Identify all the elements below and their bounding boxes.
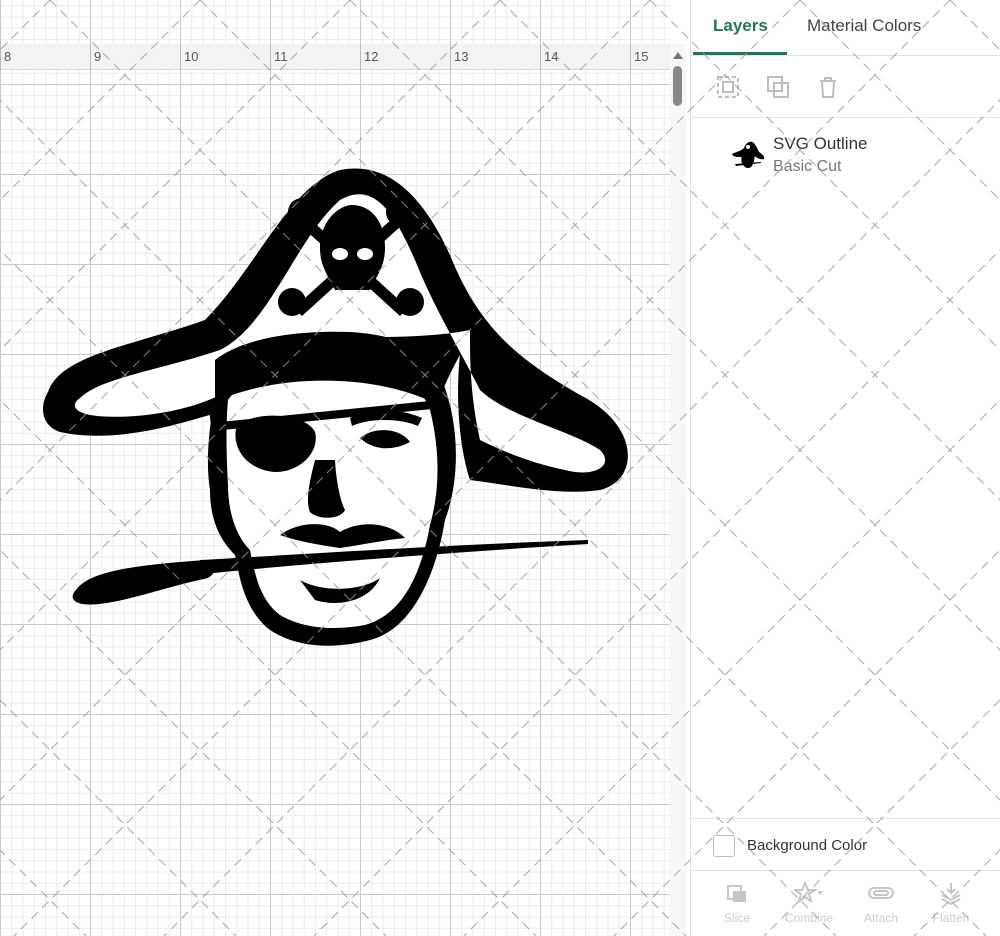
design-space: 8 9 10 11 12 13 14 15 Layers Material Co… [0, 0, 1000, 936]
bottom-actions-bar: Slice Combine Attach Flatten [691, 870, 1000, 936]
pirate-artwork[interactable] [40, 160, 640, 660]
combine-icon [794, 881, 823, 904]
slice-button[interactable]: Slice [705, 879, 769, 935]
ruler-label-9: 9 [94, 49, 102, 64]
ruler-tick [450, 44, 451, 70]
slice-icon [727, 885, 746, 902]
tab-material-colors[interactable]: Material Colors [807, 16, 921, 36]
ruler-label-10: 10 [184, 49, 199, 64]
trash-icon[interactable] [815, 74, 841, 100]
ruler-label-12: 12 [364, 49, 379, 64]
design-canvas[interactable]: 8 9 10 11 12 13 14 15 [0, 0, 670, 936]
scroll-thumb[interactable] [673, 66, 682, 106]
layers-panel: Layers Material Colors SVG Outline Basic… [690, 0, 1000, 936]
ruler-label-15: 15 [634, 49, 649, 64]
horizontal-ruler: 8 9 10 11 12 13 14 15 [0, 44, 670, 70]
ruler-tick [180, 44, 181, 70]
layer-item[interactable]: SVG Outline Basic Cut [691, 120, 1000, 182]
slice-label: Slice [723, 911, 750, 925]
tab-layers[interactable]: Layers [713, 16, 768, 36]
flatten-icon [941, 883, 961, 905]
sword-handle [72, 560, 215, 605]
ruler-tick [90, 44, 91, 70]
ruler-tick [0, 44, 1, 70]
active-tab-indicator [693, 52, 787, 55]
duplicate-icon[interactable] [765, 74, 791, 100]
flatten-button[interactable]: Flatten [919, 879, 983, 935]
panel-tabs: Layers Material Colors [691, 0, 1000, 56]
scroll-up-icon[interactable] [673, 52, 683, 59]
ruler-tick [360, 44, 361, 70]
pirate-thumbnail-icon [732, 141, 765, 169]
ruler-label-14: 14 [544, 49, 559, 64]
layers-toolbar [691, 56, 1000, 118]
ruler-label-11: 11 [274, 49, 288, 64]
ruler-tick [540, 44, 541, 70]
attach-button[interactable]: Attach [849, 879, 913, 935]
vertical-scrollbar[interactable] [670, 44, 686, 936]
combine-button[interactable]: Combine [777, 879, 841, 935]
ruler-tick [630, 44, 631, 70]
layer-operation: Basic Cut [773, 158, 842, 175]
background-color-label: Background Color [747, 837, 868, 854]
attach-label: Attach [863, 911, 899, 925]
ruler-tick [270, 44, 271, 70]
combine-label: Combine [784, 911, 834, 925]
ruler-label-13: 13 [454, 49, 469, 64]
attach-icon [868, 887, 894, 899]
group-icon[interactable] [715, 74, 741, 100]
layer-name: SVG Outline [773, 134, 868, 153]
ruler-label-8: 8 [4, 49, 12, 64]
background-color-checkbox[interactable] [713, 835, 735, 857]
flatten-label: Flatten [932, 911, 970, 925]
background-color-row: Background Color [691, 818, 1000, 870]
